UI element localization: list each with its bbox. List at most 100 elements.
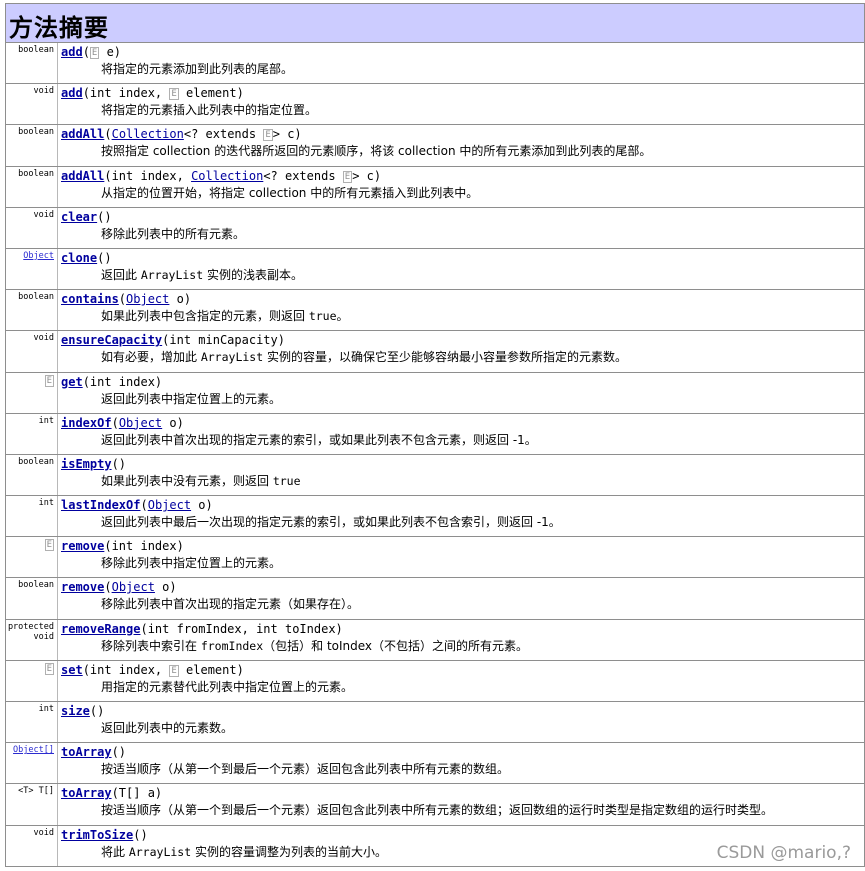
type-param-box[interactable]: E: [169, 664, 179, 677]
method-signature: addAll(int index, Collection<? extends E…: [61, 168, 864, 185]
type-param-link[interactable]: E: [263, 127, 273, 142]
signature-text: (): [111, 745, 127, 760]
signature-text: (int fromIndex, int toIndex): [140, 621, 343, 636]
signature-text: (: [104, 127, 112, 142]
type-param-box[interactable]: E: [44, 539, 54, 552]
method-signature: contains(Object o): [61, 291, 864, 308]
param-type-link[interactable]: Object: [126, 292, 169, 306]
method-name-link[interactable]: ensureCapacity: [61, 333, 162, 347]
param-type-link[interactable]: Object: [112, 580, 155, 594]
method-name-link[interactable]: remove: [61, 539, 104, 553]
description-text: 移除列表中索引在: [101, 638, 201, 653]
method-signature: ensureCapacity(int minCapacity): [61, 332, 864, 349]
method-name-link[interactable]: addAll: [61, 169, 104, 183]
method-signature: isEmpty(): [61, 456, 864, 473]
method-name-link[interactable]: clear: [61, 210, 97, 224]
description-text: 如果此列表中没有元素，则返回: [101, 473, 273, 488]
method-name-link[interactable]: toArray: [61, 786, 112, 800]
method-row: protected void removeRange(int fromIndex, …: [6, 619, 865, 661]
signature-text: (): [97, 250, 112, 265]
signature-text: (T[] a): [111, 786, 163, 801]
method-row: Eget(int index) 返回此列表中指定位置上的元素。: [6, 372, 865, 414]
signature-text: (: [82, 45, 90, 59]
method-name-link[interactable]: add: [61, 86, 83, 100]
method-name-link[interactable]: toArray: [61, 745, 112, 759]
return-type-param[interactable]: E: [44, 662, 54, 675]
type-param-box[interactable]: E: [44, 374, 54, 387]
param-type-link[interactable]: Collection: [191, 169, 263, 183]
description-text: 实例的容量调整为列表的当前大小。: [191, 844, 387, 859]
return-type-link[interactable]: Object[]: [13, 745, 54, 755]
method-row: boolean contains(Object o) 如果此列表中包含指定的元素，则…: [6, 290, 865, 332]
return-type-cell: boolean: [6, 454, 58, 496]
method-detail-cell: clone() 返回此 ArrayList 实例的浅表副本。: [58, 248, 865, 290]
method-name-link[interactable]: trimToSize: [61, 828, 133, 842]
type-param-link[interactable]: E: [89, 45, 100, 59]
method-name-link[interactable]: get: [61, 375, 83, 389]
method-description: 移除此列表中指定位置上的元素。: [101, 556, 282, 571]
method-row: Eset(int index, E element) 用指定的元素替代此列表中指定…: [6, 660, 865, 702]
method-name-link[interactable]: set: [61, 663, 83, 677]
type-param-box[interactable]: E: [44, 662, 54, 675]
type-param-link[interactable]: E: [169, 86, 179, 101]
method-summary-table: 方法摘要 boolean add(E e) 将指定的元素添加到此列表的尾部。 void…: [5, 3, 865, 867]
method-signature: toArray(T[] a): [61, 785, 864, 802]
method-name-link[interactable]: lastIndexOf: [61, 498, 140, 512]
description-text: 。: [336, 309, 349, 324]
type-param-box[interactable]: E: [89, 47, 100, 59]
return-type-2: void: [33, 631, 54, 642]
method-description: 按照指定 collection 的迭代器所返回的元素顺序，将该 collecti…: [101, 144, 652, 159]
method-row: int lastIndexOf(Object o) 返回此列表中最后一次出现的指定元…: [6, 496, 865, 538]
return-type-link[interactable]: Object: [23, 251, 54, 261]
method-name-link[interactable]: remove: [61, 580, 104, 594]
method-signature: lastIndexOf(Object o): [61, 497, 864, 514]
method-name-link[interactable]: indexOf: [61, 416, 112, 430]
method-row: <T> T[] toArray(T[] a) 按适当顺序（从第一个到最后一个元素）返…: [6, 784, 865, 826]
description-code: ArrayList: [140, 267, 204, 282]
signature-text: <? extends: [263, 168, 343, 183]
return-type: void: [33, 209, 54, 220]
return-type-cell: E: [6, 537, 58, 578]
type-param-box[interactable]: E: [342, 170, 353, 183]
method-name-link[interactable]: contains: [61, 292, 119, 306]
method-signature: toArray(): [61, 744, 864, 761]
return-type: boolean: [18, 127, 54, 138]
method-rows: boolean add(E e) 将指定的元素添加到此列表的尾部。 void add(i…: [6, 43, 865, 867]
signature-text: (): [111, 456, 127, 471]
return-type-param[interactable]: E: [44, 539, 54, 552]
method-detail-cell: isEmpty() 如果此列表中没有元素，则返回 true: [58, 454, 865, 496]
method-name-link[interactable]: clone: [61, 251, 97, 265]
signature-text: o): [191, 498, 213, 513]
method-description: 移除此列表中的所有元素。: [101, 226, 246, 241]
return-type: protected: [7, 621, 54, 632]
signature-text: > c): [272, 127, 302, 142]
method-detail-cell: ensureCapacity(int minCapacity) 如有必要，增加此 …: [58, 331, 865, 372]
type-param-box[interactable]: E: [169, 88, 179, 101]
type-param-link[interactable]: E: [342, 169, 353, 183]
type-param-link[interactable]: E: [169, 663, 179, 677]
param-type-link[interactable]: Object: [119, 416, 162, 430]
watermark: CSDN @mario,?: [716, 843, 851, 863]
method-name-link[interactable]: add: [61, 45, 83, 59]
return-type-cell: int: [6, 496, 58, 537]
method-name-link[interactable]: isEmpty: [61, 457, 112, 471]
description-code: true: [308, 309, 337, 324]
return-type: boolean: [18, 456, 54, 467]
return-type-cell: E: [6, 372, 58, 413]
signature-text: (): [133, 827, 148, 842]
method-name-link[interactable]: addAll: [61, 127, 104, 141]
signature-text: (int index): [104, 539, 184, 554]
param-type-link[interactable]: Object: [148, 498, 191, 512]
method-description: 返回此列表中的元素数。: [101, 721, 234, 735]
method-detail-cell: addAll(Collection<? extends E > c) 按照指定 co…: [58, 125, 865, 166]
method-row: void ensureCapacity(int minCapacity) 如有必要，…: [6, 331, 865, 373]
type-param-box[interactable]: E: [263, 129, 273, 142]
param-type-link[interactable]: Collection: [112, 127, 184, 141]
return-type-param[interactable]: E: [44, 374, 54, 387]
method-summary-title: 方法摘要: [6, 4, 865, 43]
method-name-link[interactable]: size: [61, 704, 90, 718]
method-row: boolean remove(Object o) 移除此列表中首次出现的指定元素（如…: [6, 578, 865, 620]
method-detail-cell: addAll(int index, Collection<? extends E…: [58, 166, 865, 207]
method-name-link[interactable]: removeRange: [61, 622, 140, 636]
return-type-cell: boolean: [6, 166, 58, 207]
